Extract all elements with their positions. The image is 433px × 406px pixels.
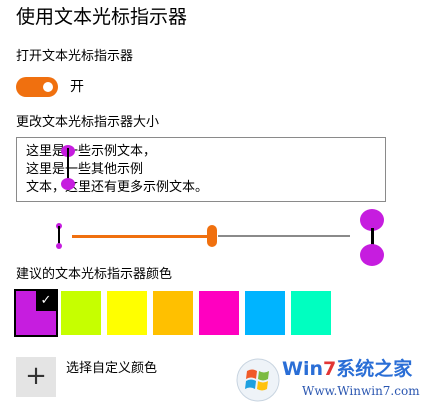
color-label: 建议的文本光标指示器颜色 xyxy=(16,267,173,282)
size-slider-thumb[interactable] xyxy=(207,225,217,247)
preview-line-3: 文本，这里还有更多示例文本。 xyxy=(26,180,209,195)
size-label: 更改文本光标指示器大小 xyxy=(16,115,160,130)
size-slider-empty-track[interactable] xyxy=(218,235,350,237)
color-swatch-yellow[interactable] xyxy=(107,291,147,335)
preview-text-box: 这里是一些示例文本， 这里是一些其他示例 文本，这里还有更多示例文本。 xyxy=(16,137,386,202)
watermark-brand: Win7系统之家 xyxy=(282,358,413,380)
page-title: 使用文本光标指示器 xyxy=(16,6,188,28)
add-custom-color-button[interactable]: + xyxy=(16,357,56,397)
color-swatch-pink[interactable] xyxy=(199,291,239,335)
toggle-state-label: 开 xyxy=(70,79,84,95)
toggle-label: 打开文本光标指示器 xyxy=(16,49,134,64)
color-swatch-lime[interactable] xyxy=(61,291,101,335)
preview-line-2: 这里是一些其他示例 xyxy=(26,162,144,177)
preview-line-1: 这里是一些示例文本， xyxy=(26,144,157,159)
check-icon: ✓ xyxy=(36,291,56,311)
color-swatch-gold[interactable] xyxy=(153,291,193,335)
plus-icon: + xyxy=(25,361,47,391)
windows-logo-icon xyxy=(236,358,280,402)
watermark: Win7系统之家 Www.Winwin7.com xyxy=(232,352,433,406)
text-cursor-indicator-toggle[interactable] xyxy=(16,77,58,97)
color-swatch-aqua[interactable] xyxy=(291,291,331,335)
custom-color-label[interactable]: 选择自定义颜色 xyxy=(66,360,157,378)
toggle-knob xyxy=(43,82,53,92)
size-slider-filled-track[interactable] xyxy=(72,235,210,238)
color-swatch-purple[interactable]: ✓ xyxy=(14,289,58,337)
watermark-url: Www.Winwin7.com xyxy=(302,384,420,398)
color-swatch-blue[interactable] xyxy=(245,291,285,335)
